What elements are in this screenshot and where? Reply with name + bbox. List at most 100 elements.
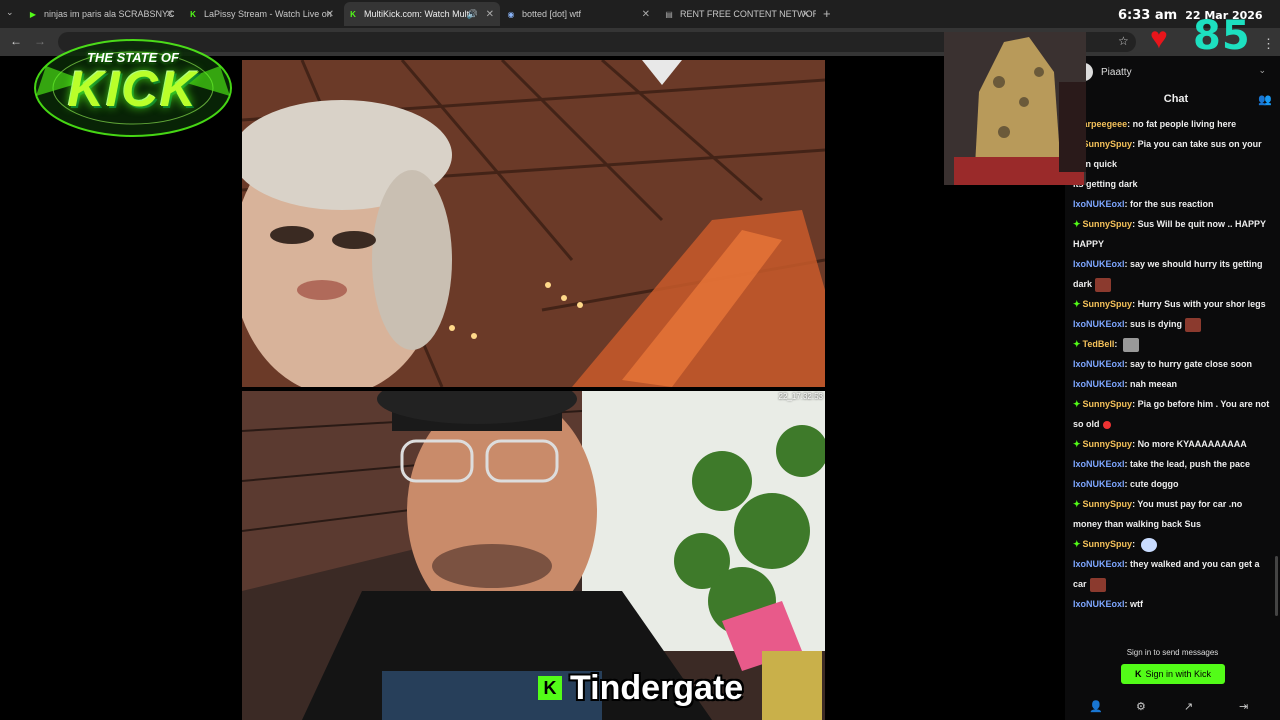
emote-icon	[1089, 577, 1106, 592]
tab-4[interactable]: ◉ botted [dot] wtf ✕	[506, 2, 656, 26]
chat-username[interactable]: SunnySpuy	[1083, 439, 1133, 449]
chat-message: ✦ SunnySpuy: Pia go before him . You are …	[1073, 394, 1273, 434]
webcam-frame	[944, 32, 1086, 185]
signin-button-label: Sign in with Kick	[1145, 669, 1212, 679]
chat-username[interactable]: SunnySpuy	[1083, 219, 1133, 229]
signin-with-kick-button[interactable]: K Sign in with Kick	[1121, 664, 1225, 684]
chat-text: wtf	[1130, 599, 1144, 609]
chat-title: Chat	[1163, 93, 1189, 105]
stream-caption: K Tindergate	[538, 668, 743, 708]
close-tab-icon[interactable]: ✕	[642, 9, 650, 20]
heart-icon: ♥	[1150, 22, 1168, 55]
chat-username[interactable]: SunnySpuy	[1083, 499, 1133, 509]
chat-separator: :	[1114, 339, 1120, 349]
streamer-webcam	[944, 32, 1086, 185]
signin-prompt: Sign in to send messages	[1126, 648, 1219, 657]
emote-icon	[1122, 337, 1139, 352]
stream-video-top[interactable]	[242, 60, 825, 387]
collapse-chat-icon[interactable]: ⇥	[1239, 700, 1248, 713]
chat-message: ✦arpeegeee: no fat people living here	[1073, 114, 1273, 134]
chat-separator: :	[1132, 539, 1138, 549]
back-arrow-icon[interactable]: ←	[10, 34, 22, 48]
browser-tab-bar: ⌄ ▶ ninjas im paris ala SCRABSNYC ✕ K La…	[0, 0, 1280, 28]
chat-username[interactable]: IxoNUKEoxl	[1073, 319, 1125, 329]
emote-icon	[1140, 537, 1157, 552]
chat-message: ✦ SunnySpuy: You must pay for car .no mon…	[1073, 494, 1273, 534]
subscriber-badge-icon: ✦	[1073, 219, 1081, 229]
add-user-icon[interactable]: 👤	[1089, 700, 1103, 713]
chat-text: say to hurry gate close soon	[1130, 359, 1253, 369]
globe-icon: ◉	[507, 9, 515, 19]
tab-1[interactable]: ▶ ninjas im paris ala SCRABSNYC ✕	[28, 2, 180, 26]
chat-username[interactable]: IxoNUKEoxl	[1073, 359, 1125, 369]
kick-icon: K	[190, 9, 196, 19]
chat-username[interactable]: SunnySpuy	[1083, 299, 1133, 309]
chat-message: IxoNUKEoxl: they walked and you can get …	[1073, 554, 1273, 594]
chat-text: No more KYAAAAAAAAA	[1137, 439, 1247, 449]
chat-username[interactable]: IxoNUKEoxl	[1073, 479, 1125, 489]
emote-icon	[1185, 317, 1202, 332]
chat-username[interactable]: IxoNUKEoxl	[1073, 459, 1125, 469]
emote-icon	[1095, 277, 1112, 292]
chat-username[interactable]: IxoNUKEoxl	[1073, 599, 1125, 609]
gear-icon[interactable]: ⚙	[1136, 700, 1146, 713]
chat-message: IxoNUKEoxl: take the lead, push the pace	[1073, 454, 1273, 474]
chat-message: IxoNUKEoxl: nah meean	[1073, 374, 1273, 394]
tab-label: LaPissy Stream - Watch Live on	[204, 9, 332, 19]
chat-panel: Piaatty ⌄ Chat 👥 ✦arpeegeee: no fat peop…	[1065, 56, 1280, 720]
chat-message: ✦SunnySpuy: Pia you can take sus on your…	[1073, 134, 1273, 174]
subscriber-badge-icon: ✦	[1073, 399, 1081, 409]
bookmark-star-icon[interactable]: ☆	[1118, 34, 1129, 48]
chat-message: IxoNUKEoxl: wtf	[1073, 594, 1273, 614]
chat-text: take the lead, push the pace	[1130, 459, 1251, 469]
chat-username[interactable]: IxoNUKEoxl	[1073, 259, 1125, 269]
chat-username[interactable]: TedBell	[1083, 339, 1115, 349]
subscriber-badge-icon: ✦	[1073, 539, 1081, 549]
tab-3-active[interactable]: K MultiKick.com: Watch Multi 🔊 ✕	[344, 2, 500, 26]
new-tab-icon[interactable]: +	[823, 6, 831, 21]
chat-text: cute doggo	[1130, 479, 1179, 489]
page-icon: ▤	[665, 9, 673, 19]
chat-message: ✦ SunnySpuy: No more KYAAAAAAAAA	[1073, 434, 1273, 454]
audio-icon[interactable]: 🔊	[467, 9, 478, 20]
tab-search-chevron-icon[interactable]: ⌄	[6, 7, 14, 18]
chevron-down-icon[interactable]: ⌄	[1258, 65, 1266, 76]
chat-text: for the sus reaction	[1130, 199, 1214, 209]
play-icon: ▶	[29, 9, 37, 19]
chat-username[interactable]: IxoNUKEoxl	[1073, 379, 1125, 389]
state-of-kick-logo: THE STATE OF KICK	[26, 26, 240, 144]
chat-message: IxoNUKEoxl: cute doggo	[1073, 474, 1273, 494]
popout-icon[interactable]: ↗	[1184, 700, 1193, 713]
stream-timestamp: 22_17:32:53	[778, 392, 824, 401]
browser-menu-icon[interactable]: ⋮	[1262, 36, 1275, 52]
chat-username[interactable]: IxoNUKEoxl	[1073, 199, 1125, 209]
chat-scrollbar[interactable]	[1275, 556, 1278, 616]
chat-text: no fat people living here	[1132, 119, 1237, 129]
tab-5[interactable]: ▤ RENT FREE CONTENT NETWOR ✕	[664, 2, 816, 26]
chat-message-list: ✦arpeegeee: no fat people living here✦Su…	[1073, 114, 1273, 614]
tab-label: ninjas im paris ala SCRABSNYC	[44, 9, 175, 19]
users-icon[interactable]: 👥	[1258, 93, 1272, 106]
close-tab-icon[interactable]: ✕	[486, 9, 494, 20]
chat-message: IxoNUKEoxl: say we should hurry its gett…	[1073, 254, 1273, 294]
chat-username[interactable]: SunnySpuy	[1083, 399, 1133, 409]
clock-time: 6:33 am	[1118, 8, 1178, 23]
kick-logo-icon: K	[538, 676, 562, 700]
chat-username[interactable]: IxoNUKEoxl	[1073, 559, 1125, 569]
chat-username[interactable]: SunnySpuy	[1083, 539, 1133, 549]
close-tab-icon[interactable]: ✕	[166, 9, 174, 20]
chat-channel-name: Piaatty	[1101, 66, 1132, 78]
chat-message: ✦ SunnySpuy: Sus Will be quit now .. HAPP…	[1073, 214, 1273, 254]
chat-username[interactable]: SunnySpuy	[1083, 139, 1133, 149]
tab-label: MultiKick.com: Watch Multi	[364, 9, 472, 19]
chat-username[interactable]: arpeegeee	[1083, 119, 1128, 129]
subscriber-badge-icon: ✦	[1073, 299, 1081, 309]
close-tab-icon[interactable]: ✕	[802, 9, 810, 20]
close-tab-icon[interactable]: ✕	[326, 9, 334, 20]
chat-message: IxoNUKEoxl: for the sus reaction	[1073, 194, 1273, 214]
chat-text: nah meean	[1130, 379, 1178, 389]
tab-2[interactable]: K LaPissy Stream - Watch Live on ✕	[188, 2, 340, 26]
chat-text: Hurry Sus with your shor legs	[1137, 299, 1266, 309]
chat-message: ✦ SunnySpuy:	[1073, 534, 1273, 554]
chat-message: ✦ SunnySpuy: Hurry Sus with your shor leg…	[1073, 294, 1273, 314]
